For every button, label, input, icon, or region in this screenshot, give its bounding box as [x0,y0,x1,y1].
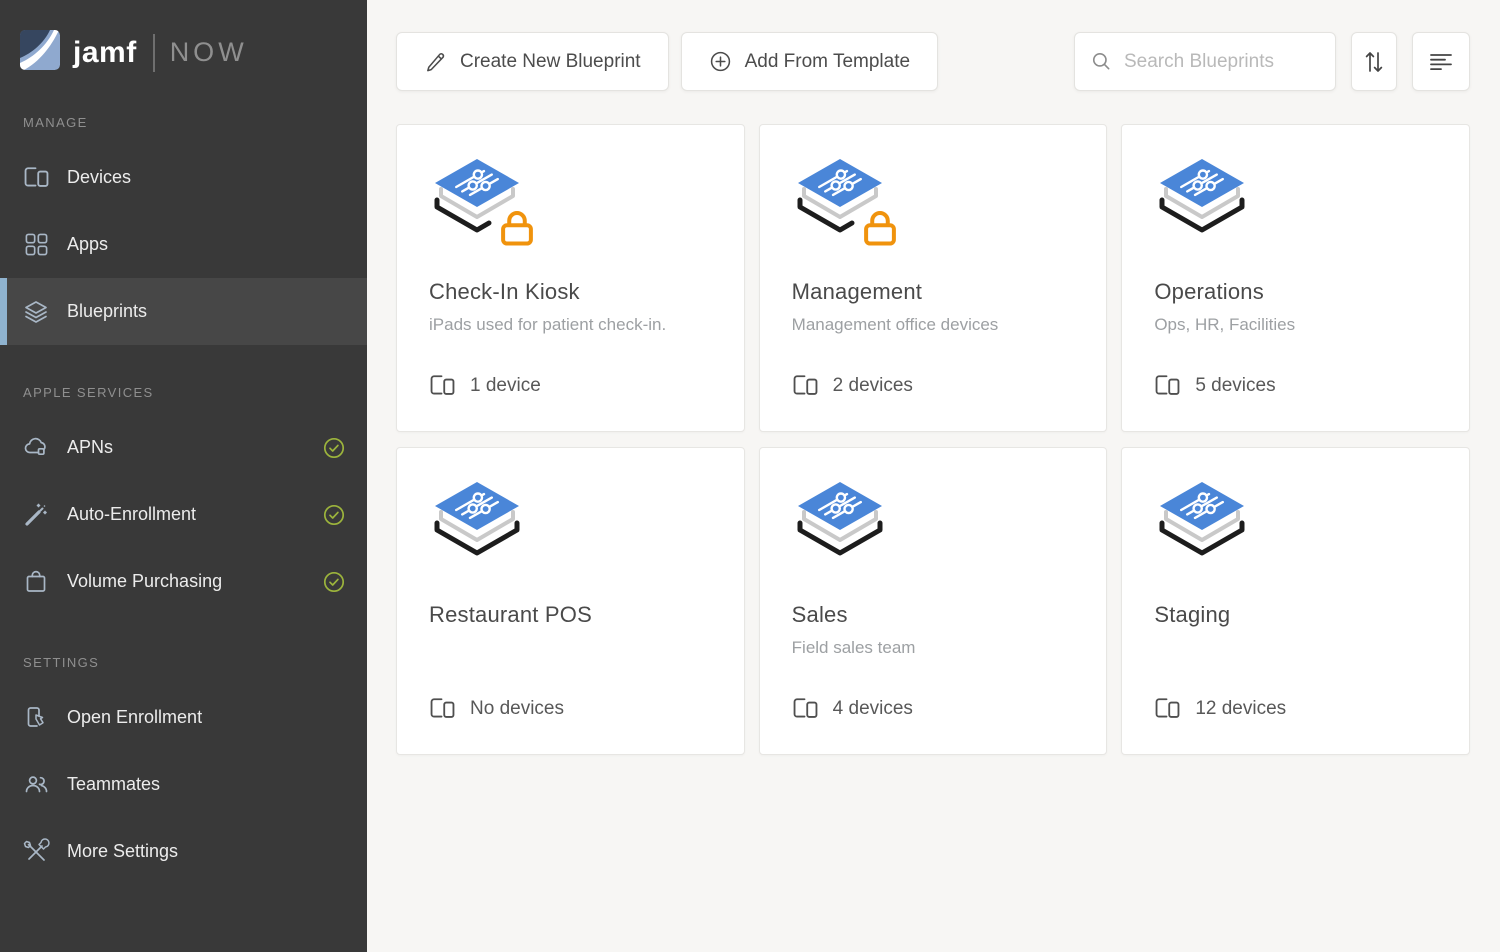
add-from-template-button[interactable]: Add From Template [681,32,938,91]
brand-logo[interactable]: jamf NOW [0,0,367,75]
shopping-bag-icon [22,568,50,596]
blueprint-card-operations[interactable]: Operations Ops, HR, Facilities 5 devices [1121,124,1470,432]
section-label-manage: MANAGE [23,115,367,130]
sort-button[interactable] [1351,32,1397,91]
devices-icon [1154,696,1181,721]
tools-icon [22,838,50,866]
add-from-template-label: Add From Template [745,51,910,73]
toolbar: Create New Blueprint Add From Template [396,32,1470,91]
device-count-row: 1 device [429,373,541,398]
blueprint-stack-icon [792,479,888,569]
brand-product: NOW [170,37,248,68]
create-new-blueprint-button[interactable]: Create New Blueprint [396,32,669,91]
device-count-label: 12 devices [1195,698,1286,720]
sidebar-item-apps[interactable]: Apps [0,211,367,278]
list-view-icon [1428,51,1454,73]
blueprint-card-management[interactable]: Management Management office devices 2 d… [759,124,1108,432]
device-count-row: 12 devices [1154,696,1286,721]
sidebar-item-label: More Settings [67,841,178,862]
sidebar-item-open-enrollment[interactable]: Open Enrollment [0,684,367,751]
lock-icon [497,208,537,248]
check-circle-icon [322,436,346,460]
layers-icon [22,298,50,326]
devices-icon [429,696,456,721]
blueprint-description [429,638,712,658]
people-icon [22,771,50,799]
check-circle-icon [322,570,346,594]
search-box[interactable] [1074,32,1336,91]
blueprint-title: Check-In Kiosk [429,279,712,305]
device-count-label: 1 device [470,375,541,397]
device-count-row: 2 devices [792,373,913,398]
device-count-label: 5 devices [1195,375,1275,397]
sidebar-item-label: Devices [67,167,131,188]
blueprint-title: Sales [792,602,1075,628]
blueprint-grid: Check-In Kiosk iPads used for patient ch… [396,124,1470,755]
blueprint-title: Operations [1154,279,1437,305]
sidebar-item-blueprints[interactable]: Blueprints [0,278,367,345]
devices-icon [1154,373,1181,398]
blueprint-card-check-in-kiosk[interactable]: Check-In Kiosk iPads used for patient ch… [396,124,745,432]
blueprint-description: iPads used for patient check-in. [429,315,712,335]
device-count-row: 4 devices [792,696,913,721]
blueprint-description: Management office devices [792,315,1075,335]
sidebar-item-label: Auto-Enrollment [67,504,196,525]
phone-enroll-icon [22,704,50,732]
device-count-label: 4 devices [833,698,913,720]
blueprint-stack-icon [1154,479,1250,569]
check-circle-icon [322,503,346,527]
cloud-icon [22,434,50,462]
blueprint-description [1154,638,1437,658]
magic-wand-icon [22,501,50,529]
blueprint-stack-icon [792,156,888,246]
jamf-logo-icon [20,30,60,75]
list-view-button[interactable] [1412,32,1470,91]
device-count-row: No devices [429,696,564,721]
sidebar-item-label: Open Enrollment [67,707,202,728]
blueprint-title: Restaurant POS [429,602,712,628]
logo-divider [153,34,155,72]
device-count-label: 2 devices [833,375,913,397]
blueprint-stack-icon [1154,156,1250,246]
blueprint-title: Staging [1154,602,1437,628]
devices-icon [792,373,819,398]
blueprint-card-sales[interactable]: Sales Field sales team 4 devices [759,447,1108,755]
sidebar-item-teammates[interactable]: Teammates [0,751,367,818]
apps-grid-icon [22,231,50,259]
device-count-row: 5 devices [1154,373,1275,398]
sidebar-item-volume-purchasing[interactable]: Volume Purchasing [0,548,367,615]
main-content: Create New Blueprint Add From Template [367,0,1500,952]
sort-arrows-icon [1363,49,1385,75]
pencil-icon [424,50,447,73]
search-input[interactable] [1124,51,1319,73]
plus-circle-icon [709,50,732,73]
sidebar-item-label: Volume Purchasing [67,571,222,592]
blueprint-stack-icon [429,479,525,569]
section-label-apple-services: APPLE SERVICES [23,385,367,400]
brand-name: jamf [73,36,137,70]
blueprint-card-restaurant-pos[interactable]: Restaurant POS No devices [396,447,745,755]
blueprint-description: Ops, HR, Facilities [1154,315,1437,335]
blueprint-stack-icon [429,156,525,246]
blueprint-title: Management [792,279,1075,305]
search-icon [1091,51,1112,72]
create-new-blueprint-label: Create New Blueprint [460,51,641,73]
sidebar-item-apns[interactable]: APNs [0,414,367,481]
blueprint-card-staging[interactable]: Staging 12 devices [1121,447,1470,755]
devices-icon [429,373,456,398]
sidebar-item-label: Blueprints [67,301,147,322]
lock-icon [860,208,900,248]
section-label-settings: SETTINGS [23,655,367,670]
blueprint-description: Field sales team [792,638,1075,658]
sidebar-item-label: APNs [67,437,113,458]
device-count-label: No devices [470,698,564,720]
sidebar-item-auto-enrollment[interactable]: Auto-Enrollment [0,481,367,548]
sidebar-item-label: Apps [67,234,108,255]
sidebar-item-more-settings[interactable]: More Settings [0,818,367,885]
devices-icon [22,164,50,192]
sidebar-item-label: Teammates [67,774,160,795]
devices-icon [792,696,819,721]
sidebar: jamf NOW MANAGE Devices Apps [0,0,367,952]
sidebar-item-devices[interactable]: Devices [0,144,367,211]
